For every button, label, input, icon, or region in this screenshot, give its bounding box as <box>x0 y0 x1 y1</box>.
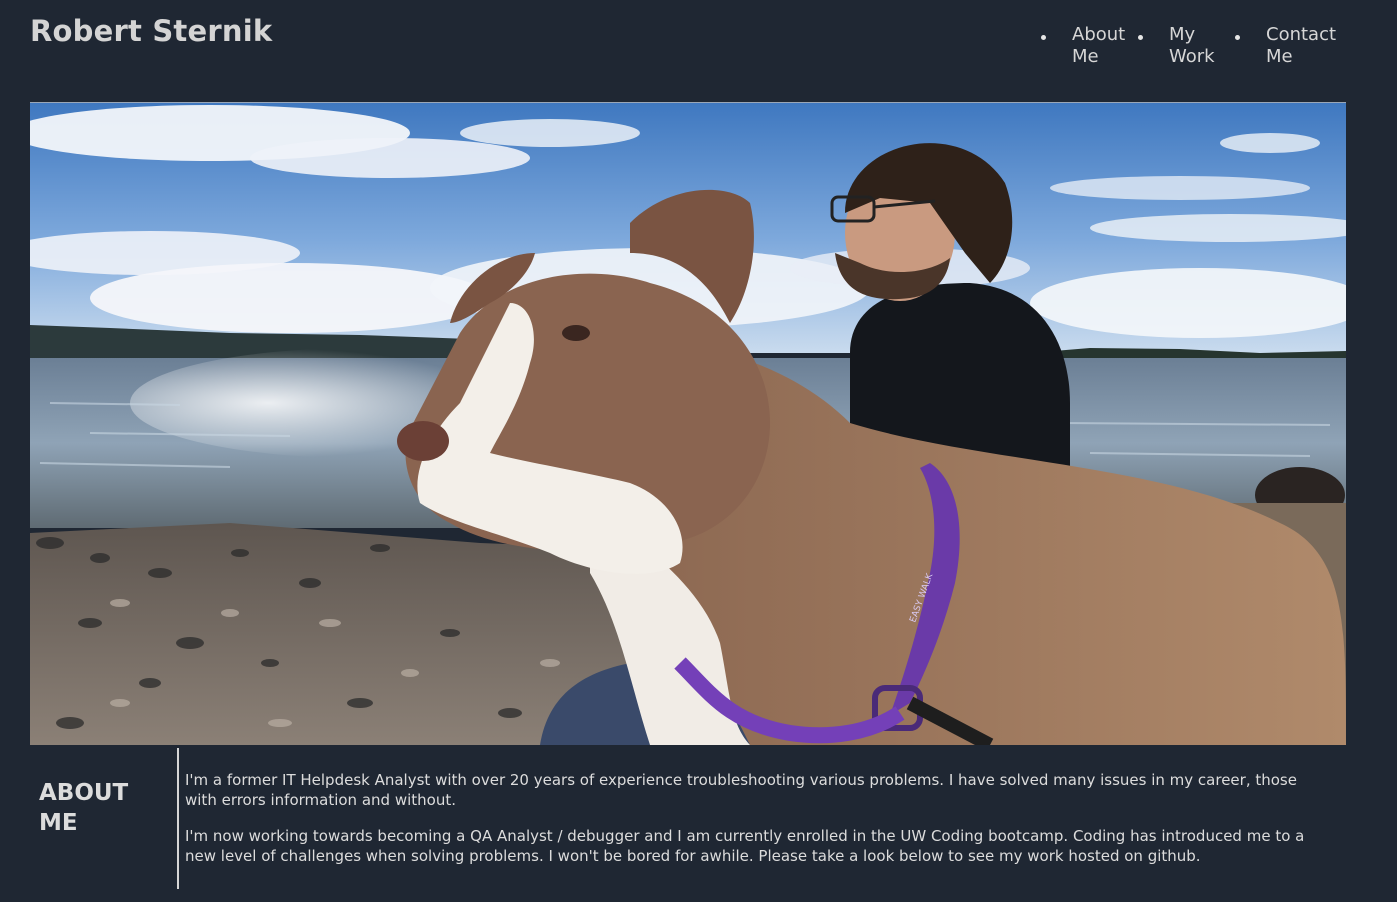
about-paragraph: I'm a former IT Helpdesk Analyst with ov… <box>185 771 1297 809</box>
bullet-icon <box>1138 35 1143 40</box>
about-section: About Me I'm a former IT Helpdesk Analys… <box>30 748 1346 890</box>
about-heading: About Me <box>39 780 129 836</box>
about-body: I'm a former IT Helpdesk Analyst with ov… <box>185 770 1325 882</box>
nav-link-about-me[interactable]: About Me <box>1041 24 1142 68</box>
nav-link-label: My Work <box>1169 24 1215 67</box>
nav-link-my-work[interactable]: My Work <box>1138 24 1229 68</box>
about-divider <box>177 748 179 889</box>
site-title: Robert Sternik <box>30 14 273 48</box>
nav-link-contact-me[interactable]: Contact Me <box>1235 24 1346 68</box>
nav-link-label: About Me <box>1072 24 1126 67</box>
bullet-icon <box>1235 35 1240 40</box>
main-nav: About Me My Work Contact Me <box>1030 24 1370 74</box>
nav-link-label: Contact Me <box>1266 24 1337 67</box>
bullet-icon <box>1041 35 1046 40</box>
about-paragraph: I'm now working towards becoming a QA An… <box>185 827 1305 865</box>
photo-of-man-and-dog-at-beach-icon: EASY WALK <box>30 103 1346 745</box>
hero-photo: EASY WALK <box>30 102 1346 745</box>
